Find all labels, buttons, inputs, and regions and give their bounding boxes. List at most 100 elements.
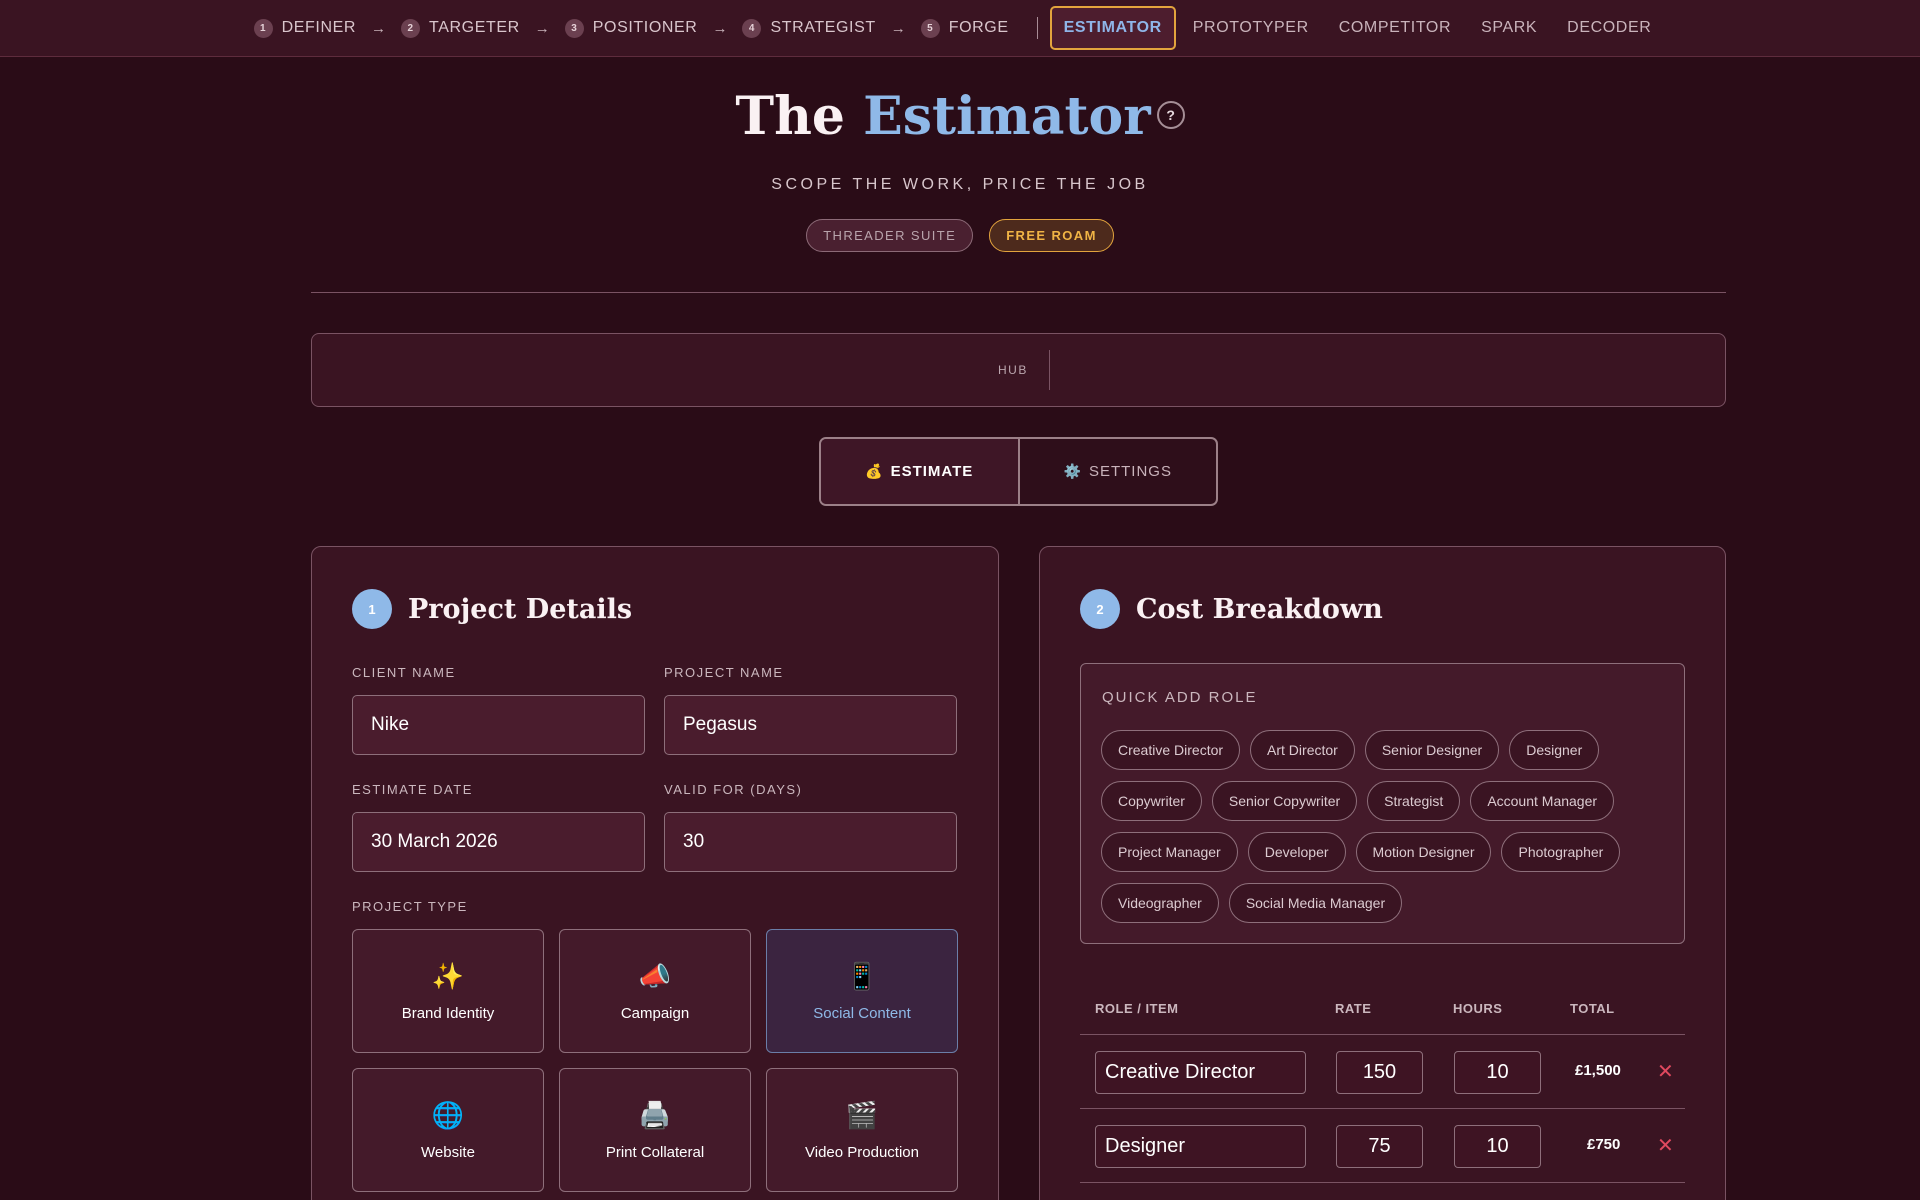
card-title: Cost Breakdown [1136, 593, 1383, 625]
card-title: Project Details [408, 593, 633, 625]
role-chip[interactable]: Project Manager [1101, 832, 1238, 872]
row-total: £750 [1587, 1136, 1621, 1153]
nav-step-label: DEFINER [281, 19, 357, 36]
money-bag-icon: 💰 [865, 463, 884, 479]
step-number-badge: 3 [564, 18, 584, 38]
table-divider [1080, 1182, 1685, 1183]
globe-icon: 🌐 [431, 1099, 465, 1130]
nav-link-prototyper[interactable]: PROTOTYPER [1193, 19, 1309, 37]
step-number-badge: 1 [253, 18, 273, 38]
sparkles-icon: ✨ [431, 960, 465, 991]
divider [311, 292, 1726, 293]
project-name-label: PROJECT NAME [664, 665, 784, 680]
nav-divider [1036, 17, 1038, 39]
role-chip[interactable]: Social Media Manager [1228, 883, 1403, 923]
role-chip[interactable]: Art Director [1250, 730, 1355, 770]
project-type-label: Campaign [620, 1004, 690, 1022]
arrow-right-icon: → [712, 19, 728, 37]
page-subtitle: SCOPE THE WORK, PRICE THE JOB [771, 176, 1149, 193]
threader-suite-pill[interactable]: THREADER SUITE [806, 219, 974, 252]
project-name-input[interactable]: Pegasus [664, 695, 957, 755]
megaphone-icon: 📣 [638, 960, 672, 991]
title-accent: Estimator [863, 86, 1151, 147]
step-badge: 1 [352, 589, 392, 629]
mode-pills: THREADER SUITE FREE ROAM [0, 219, 1920, 252]
role-input[interactable]: Designer [1095, 1125, 1306, 1168]
nav-step-label: STRATEGIST [770, 19, 876, 36]
nav-step-label: TARGETER [429, 19, 520, 36]
nav-step-definer[interactable]: 1 DEFINER [253, 18, 357, 38]
project-type-label: Video Production [805, 1143, 919, 1161]
estimate-date-input[interactable]: 30 March 2026 [352, 812, 645, 872]
nav-step-label: POSITIONER [592, 19, 698, 36]
step-number-badge: 4 [742, 18, 762, 38]
project-type-label: Brand Identity [401, 1004, 495, 1022]
project-type-social-content[interactable]: 📱 Social Content [766, 929, 958, 1053]
nav-step-strategist[interactable]: 4 STRATEGIST [742, 18, 876, 38]
role-input[interactable]: Creative Director [1095, 1051, 1306, 1094]
role-chip[interactable]: Account Manager [1470, 781, 1615, 821]
tab-estimate[interactable]: 💰 ESTIMATE [821, 439, 1020, 504]
role-chip[interactable]: Copywriter [1101, 781, 1202, 821]
help-icon[interactable]: ? [1156, 100, 1185, 129]
role-chip[interactable]: Senior Designer [1364, 730, 1500, 770]
step-number-badge: 5 [920, 18, 940, 38]
delete-row-icon[interactable]: ✕ [1657, 1133, 1674, 1158]
nav-link-competitor[interactable]: COMPETITOR [1339, 19, 1451, 37]
project-details-card: 1 Project Details CLIENT NAME Nike PROJE… [311, 546, 999, 1200]
estimate-date-label: ESTIMATE DATE [352, 782, 473, 797]
nav-link-estimator[interactable]: ESTIMATOR [1049, 6, 1176, 50]
project-type-print-collateral[interactable]: 🖨️ Print Collateral [559, 1068, 751, 1192]
role-chip[interactable]: Photographer [1501, 832, 1621, 872]
nav-link-spark[interactable]: SPARK [1481, 19, 1537, 37]
role-chip[interactable]: Videographer [1101, 883, 1219, 923]
table-divider [1080, 1108, 1685, 1109]
nav-step-forge[interactable]: 5 FORGE [920, 18, 1009, 38]
free-roam-pill[interactable]: FREE ROAM [989, 219, 1114, 252]
view-tabs: 💰 ESTIMATE ⚙️ SETTINGS [819, 437, 1218, 506]
valid-days-input[interactable]: 30 [664, 812, 957, 872]
arrow-right-icon: → [534, 19, 550, 37]
arrow-right-icon: → [371, 19, 387, 37]
nav-link-decoder[interactable]: DECODER [1567, 19, 1651, 37]
hub-bar: HUB [311, 333, 1726, 407]
hours-input[interactable]: 10 [1454, 1051, 1541, 1094]
project-type-brand-identity[interactable]: ✨ Brand Identity [352, 929, 544, 1053]
quick-add-title: QUICK ADD ROLE [1102, 689, 1258, 706]
card-header: 2 Cost Breakdown [1080, 589, 1383, 629]
rate-input[interactable]: 75 [1336, 1125, 1423, 1168]
nav-step-targeter[interactable]: 2 TARGETER [401, 18, 520, 38]
role-chip[interactable]: Creative Director [1101, 730, 1241, 770]
step-badge: 2 [1080, 589, 1120, 629]
role-chip[interactable]: Developer [1247, 832, 1346, 872]
project-type-label: Social Content [813, 1004, 911, 1022]
rate-input[interactable]: 150 [1336, 1051, 1423, 1094]
hours-input[interactable]: 10 [1454, 1125, 1541, 1168]
hub-divider [1049, 350, 1050, 390]
project-type-website[interactable]: 🌐 Website [352, 1068, 544, 1192]
project-type-label: Print Collateral [605, 1143, 705, 1161]
column-header-total: TOTAL [1570, 1001, 1615, 1016]
project-type-video-production[interactable]: 🎬 Video Production [766, 1068, 958, 1192]
role-chip[interactable]: Senior Copywriter [1211, 781, 1358, 821]
nav-step-label: FORGE [948, 19, 1009, 36]
client-name-input[interactable]: Nike [352, 695, 645, 755]
delete-row-icon[interactable]: ✕ [1657, 1059, 1674, 1084]
clapperboard-icon: 🎬 [845, 1099, 879, 1130]
role-chip[interactable]: Strategist [1367, 781, 1461, 821]
project-type-campaign[interactable]: 📣 Campaign [559, 929, 751, 1053]
mobile-phone-icon: 📱 [845, 960, 879, 991]
tab-settings[interactable]: ⚙️ SETTINGS [1020, 439, 1217, 504]
hub-label[interactable]: HUB [998, 363, 1028, 377]
cost-breakdown-card: 2 Cost Breakdown QUICK ADD ROLE Creative… [1039, 546, 1726, 1200]
quick-add-role-panel: QUICK ADD ROLE Creative Director Art Dir… [1080, 663, 1685, 944]
role-chip[interactable]: Designer [1509, 730, 1600, 770]
role-chip[interactable]: Motion Designer [1355, 832, 1492, 872]
gear-icon: ⚙️ [1063, 463, 1082, 479]
client-name-label: CLIENT NAME [352, 665, 456, 680]
valid-days-label: VALID FOR (DAYS) [664, 782, 803, 797]
column-header-role: ROLE / ITEM [1095, 1001, 1179, 1016]
nav-step-positioner[interactable]: 3 POSITIONER [564, 18, 698, 38]
step-number-badge: 2 [401, 18, 421, 38]
title-plain: The [735, 86, 864, 147]
